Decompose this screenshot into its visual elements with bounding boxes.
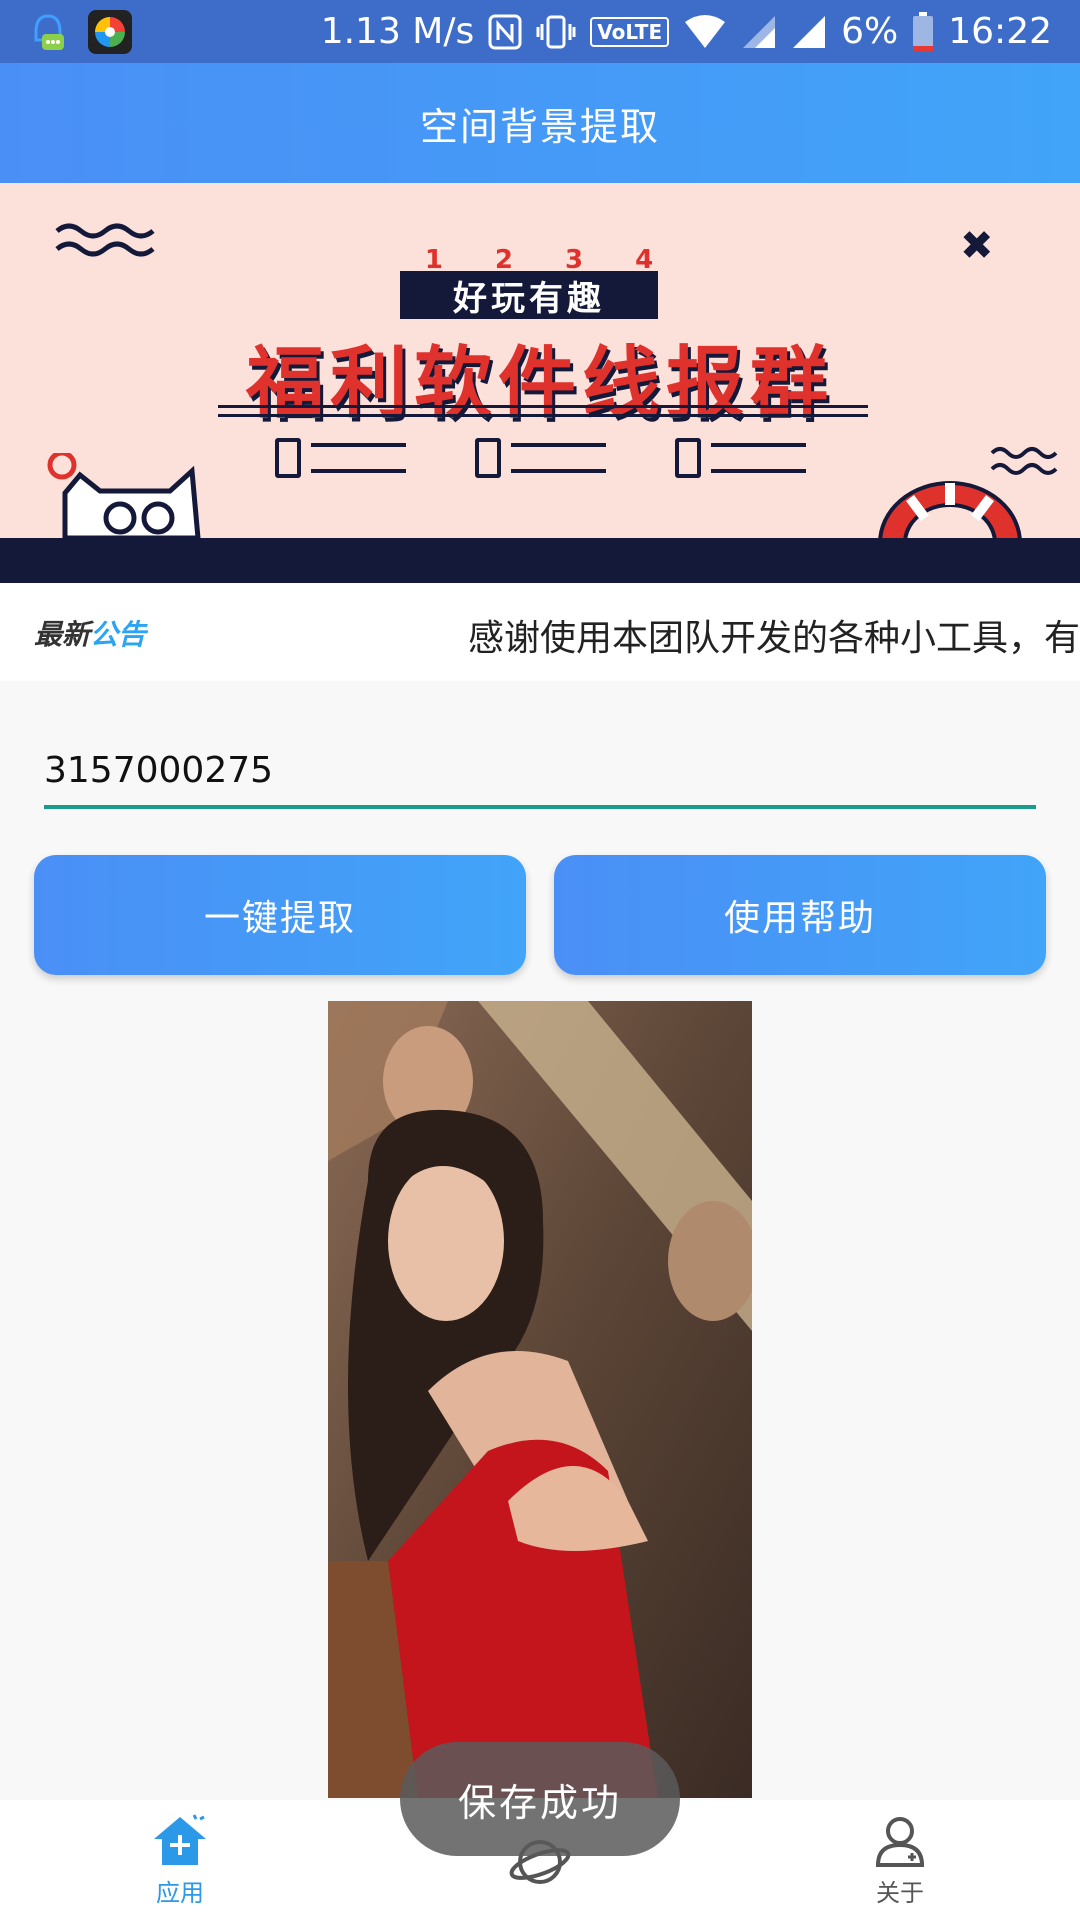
network-speed: 1.13 M/s bbox=[320, 11, 475, 52]
wave-decoration-icon bbox=[990, 447, 1058, 475]
qq-number-input[interactable] bbox=[44, 735, 1036, 809]
nav-about-label: 关于 bbox=[876, 1878, 924, 1907]
list-icon bbox=[475, 438, 606, 478]
checklist-icon bbox=[275, 438, 406, 478]
banner-bottom-band bbox=[0, 538, 1080, 583]
banner-tag: 好玩有趣 bbox=[400, 271, 658, 319]
promo-banner[interactable]: ✖ 1234 好玩有趣 福利软件线报群 bbox=[0, 183, 1080, 583]
help-button[interactable]: 使用帮助 bbox=[554, 855, 1046, 975]
home-plus-icon bbox=[154, 1813, 206, 1865]
announcement-text: 感谢使用本团队开发的各种小工具，有 bbox=[468, 618, 1080, 659]
nav-apps-label: 应用 bbox=[156, 1878, 204, 1907]
vibrate-icon bbox=[536, 14, 576, 50]
save-success-toast: 保存成功 bbox=[400, 1742, 680, 1856]
user-profile-icon bbox=[875, 1816, 925, 1867]
announcement-logo: 最新公告 bbox=[34, 613, 146, 653]
status-bar: 1.13 M/s VoLTE 6% 16:22 bbox=[0, 0, 1080, 63]
pinwheel-app-icon bbox=[88, 9, 132, 54]
clock-time: 16:22 bbox=[948, 11, 1052, 52]
chat-notification-icon bbox=[28, 10, 68, 54]
extracted-background-image[interactable] bbox=[328, 1001, 752, 1798]
signal-icon-2 bbox=[791, 14, 827, 50]
page-title: 空间背景提取 bbox=[419, 104, 660, 149]
battery-icon bbox=[912, 11, 934, 52]
extract-button[interactable]: 一键提取 bbox=[34, 855, 526, 975]
nav-tab-about[interactable]: 关于 bbox=[800, 1800, 1000, 1920]
nfc-icon bbox=[488, 14, 522, 50]
banner-divider bbox=[218, 405, 868, 417]
announcement-bar[interactable]: 最新公告 感谢使用本团队开发的各种小工具，有 bbox=[0, 583, 1080, 681]
list-icon bbox=[675, 438, 806, 478]
volte-badge: VoLTE bbox=[590, 16, 670, 47]
announcement-logo-part1: 最新 bbox=[34, 618, 91, 651]
announcement-logo-part2: 公告 bbox=[90, 618, 147, 651]
cat-illustration-icon bbox=[47, 453, 201, 541]
life-ring-illustration-icon bbox=[878, 481, 1022, 543]
battery-percent: 6% bbox=[841, 11, 899, 52]
signal-icon-1 bbox=[741, 14, 777, 50]
nav-tab-apps[interactable]: 应用 bbox=[80, 1800, 280, 1920]
wifi-icon bbox=[683, 14, 727, 50]
app-header: 空间背景提取 bbox=[0, 63, 1080, 183]
